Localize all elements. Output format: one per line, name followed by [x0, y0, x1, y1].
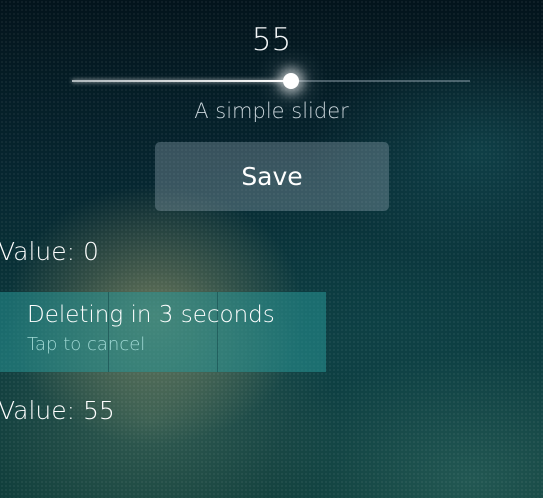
value-display-top: Value: 0 — [0, 237, 99, 266]
slider-value-label: 55 — [251, 22, 292, 58]
remorse-title: Deleting in 3 seconds — [27, 302, 275, 328]
remorse-popup[interactable]: Deleting in 3 seconds Tap to cancel — [0, 292, 326, 372]
slider[interactable] — [72, 73, 470, 89]
slider-fill — [72, 80, 291, 82]
slider-caption: A simple slider — [194, 99, 349, 123]
remorse-cancel-hint[interactable]: Tap to cancel — [27, 334, 145, 355]
slider-handle[interactable] — [283, 73, 299, 89]
value-display-bottom: Value: 55 — [0, 396, 115, 425]
save-button[interactable]: Save — [155, 142, 389, 211]
